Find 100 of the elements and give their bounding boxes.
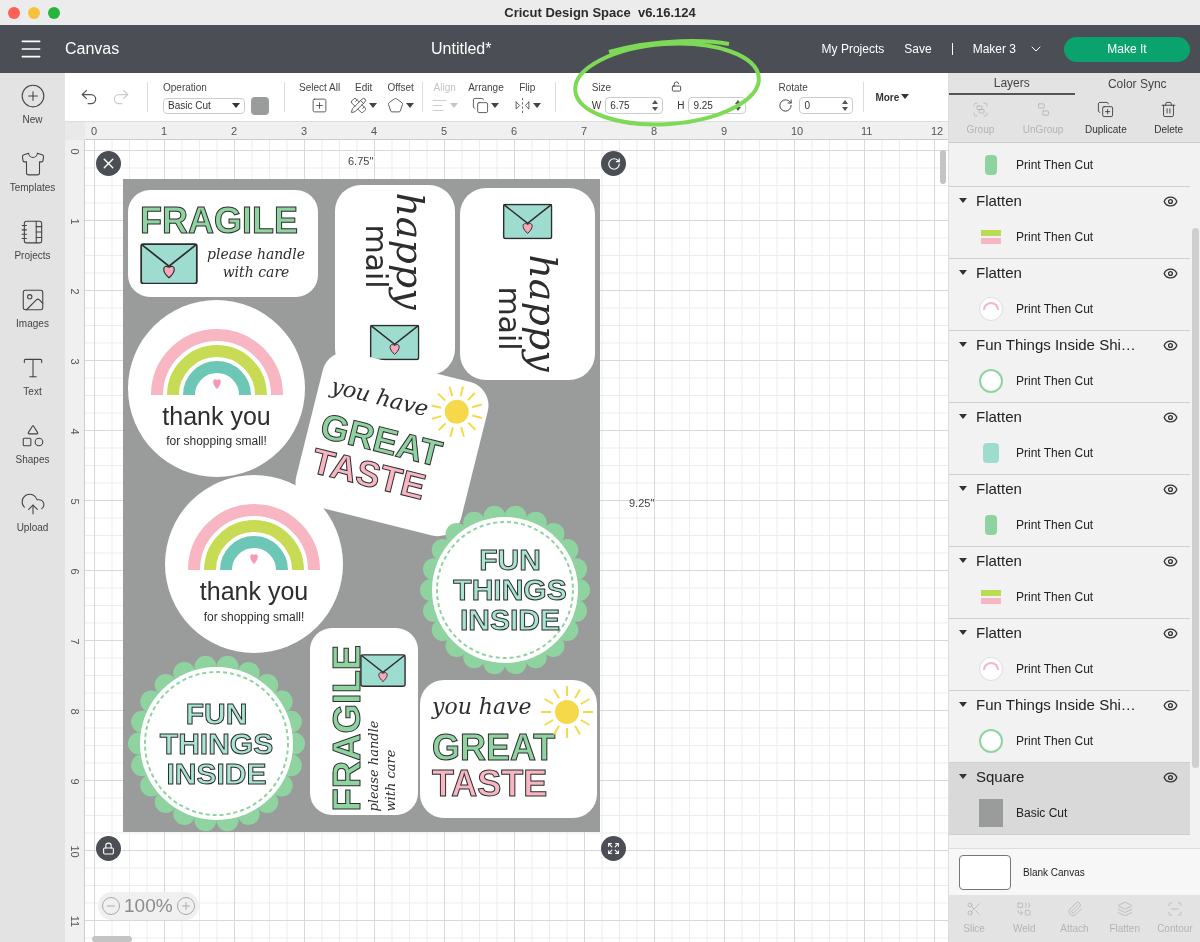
trash-icon [1160, 100, 1178, 118]
toolbar-button[interactable]: Select All [299, 80, 341, 114]
layer-name: Flatten [976, 262, 1022, 283]
color-swatch[interactable] [251, 96, 269, 115]
eye-icon[interactable] [1163, 481, 1178, 497]
sticker-subtitle: for shopping small! [166, 433, 267, 451]
ruler-label: 5 [441, 124, 449, 139]
close-window-icon[interactable] [8, 6, 20, 19]
rotate-handle[interactable] [601, 151, 626, 176]
pentagon-icon [387, 97, 405, 114]
envelope-icon [370, 324, 420, 361]
sticker-title: FRAGILE [328, 644, 367, 812]
group-icon [971, 100, 989, 118]
ruler-label: 11 [861, 124, 874, 139]
sticker-subtitle: please handle with care [206, 246, 306, 281]
sidebar-item[interactable]: Templates [2, 151, 63, 206]
paperclip-icon [1066, 901, 1083, 917]
toolbar-button[interactable]: Flip [513, 80, 541, 114]
upload-icon [19, 491, 46, 517]
scrollbar-thumb[interactable] [92, 936, 132, 942]
header-link[interactable]: My Projects [821, 40, 885, 58]
eye-icon[interactable] [1163, 337, 1178, 353]
operation-select[interactable]: Basic Cut [163, 97, 245, 114]
more-button[interactable]: More [875, 89, 910, 105]
ruler-label: 4 [69, 428, 80, 435]
ruler-label: 10 [69, 845, 80, 858]
stepper-icon[interactable] [842, 100, 849, 111]
layer-type: Print Then Cut [1016, 660, 1094, 678]
ruler-label: 7 [69, 638, 80, 645]
close-handle[interactable] [96, 151, 121, 176]
flip-icon [513, 97, 531, 114]
rotate-icon [778, 98, 794, 113]
duplicate-icon [1097, 100, 1115, 118]
size-label: Size [591, 81, 612, 95]
blank-canvas-thumbnail[interactable] [959, 854, 1011, 890]
caret-icon [959, 486, 967, 492]
envelope-icon [140, 242, 198, 285]
flatten-icon [1116, 901, 1133, 917]
resize-handle[interactable] [601, 836, 626, 861]
eye-icon[interactable] [1163, 193, 1178, 209]
sidebar-item[interactable]: Shapes [2, 423, 63, 478]
eye-icon[interactable] [1163, 769, 1178, 785]
width-field[interactable]: 6.75 [605, 97, 664, 114]
ruler-label: 0 [91, 124, 99, 139]
eye-icon[interactable] [1163, 553, 1178, 569]
caret-icon [532, 102, 541, 109]
header-link[interactable]: Save [904, 40, 932, 58]
toolbar-button[interactable]: Edit [350, 80, 378, 114]
layer-item[interactable]: Square Basic Cut [949, 763, 1190, 835]
undo-button[interactable] [79, 87, 99, 107]
ruler-label: 2 [69, 288, 80, 295]
ruler-label: 10 [791, 124, 805, 139]
sidebar-item[interactable]: New [2, 83, 63, 138]
lock-handle[interactable] [96, 836, 121, 861]
pencil-ruler-icon [350, 97, 368, 114]
layer-type: Print Then Cut [1016, 732, 1094, 750]
layer-action-button[interactable]: Delete [1137, 100, 1200, 137]
dimension-label: 6.75" [348, 154, 374, 169]
sidebar-item[interactable]: Images [2, 287, 63, 342]
lock-icon[interactable] [670, 81, 682, 92]
caret-icon [232, 102, 240, 109]
layer-name: Fun Things Inside Shi… [976, 334, 1136, 355]
scrollbar-thumb[interactable] [940, 150, 946, 184]
ruler-label: 9 [69, 778, 80, 785]
sidebar-item[interactable]: Upload [2, 491, 63, 546]
sidebar-item[interactable]: Projects [2, 219, 63, 274]
envelope-icon [360, 653, 406, 688]
sticker-text: GREAT [432, 730, 556, 766]
stepper-icon[interactable] [735, 100, 742, 111]
ruler-label: 3 [301, 124, 309, 139]
caret-icon [406, 102, 415, 109]
ruler-label: 6 [511, 124, 519, 139]
height-field[interactable]: 9.25 [688, 97, 747, 114]
layer-name: Fun Things Inside Shi… [976, 694, 1136, 715]
stepper-icon[interactable] [652, 100, 659, 111]
align-icon [431, 97, 449, 114]
sticker-word: happy [523, 254, 562, 372]
stack-icon [472, 97, 490, 114]
eye-icon[interactable] [1163, 697, 1178, 713]
eye-icon[interactable] [1163, 625, 1178, 641]
caret-icon [959, 414, 967, 420]
rotate-field[interactable]: 0 [799, 97, 854, 114]
ruler-label: 4 [371, 124, 379, 139]
scrollbar-thumb[interactable] [1192, 228, 1199, 768]
layer-action-button[interactable]: Duplicate [1074, 100, 1138, 137]
slice-icon [966, 901, 983, 917]
toolbar-button[interactable]: Arrange [468, 80, 504, 114]
eye-icon[interactable] [1163, 409, 1178, 425]
panel-tab[interactable]: Color Sync [1074, 73, 1200, 95]
toolbar-button[interactable]: Offset [387, 80, 415, 114]
eye-icon[interactable] [1163, 265, 1178, 281]
layer-type: Print Then Cut [1016, 444, 1094, 462]
caret-icon [959, 702, 967, 708]
undo-icon [79, 87, 99, 107]
sticker-subtitle: for shopping small! [203, 608, 305, 626]
sticker-text: you have [432, 696, 532, 718]
layer-name: Flatten [976, 478, 1022, 499]
machine-dropdown[interactable]: Maker 3 [972, 40, 1044, 58]
layer-type: Print Then Cut [1016, 228, 1094, 246]
sidebar-item[interactable]: Text [2, 355, 63, 410]
